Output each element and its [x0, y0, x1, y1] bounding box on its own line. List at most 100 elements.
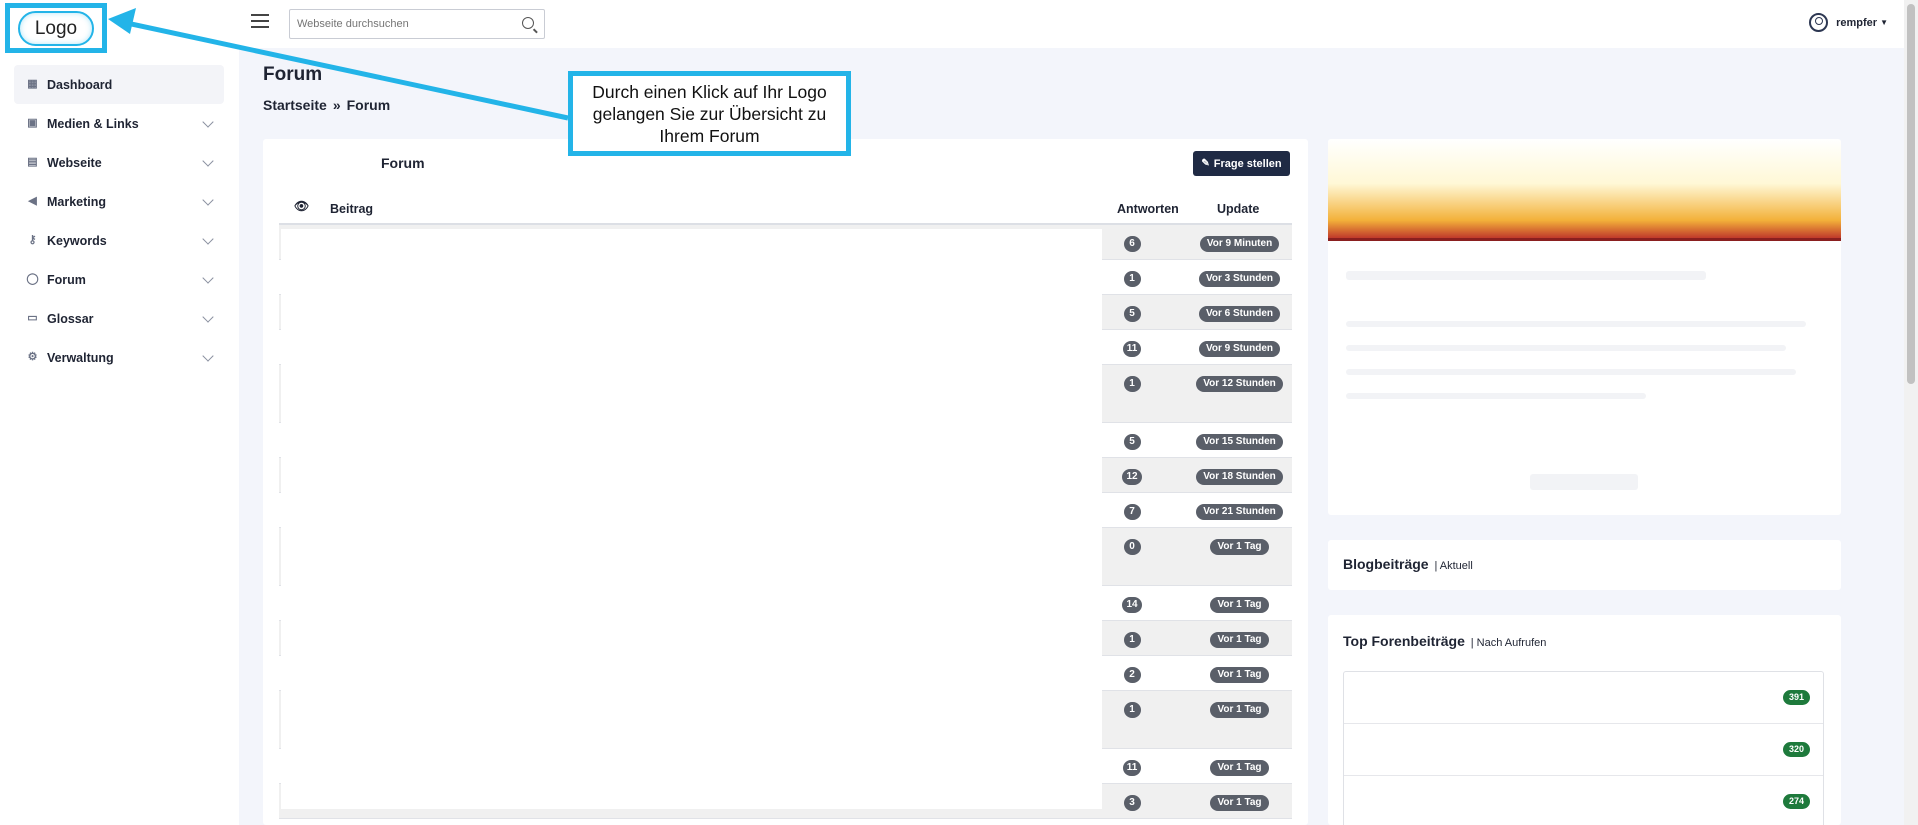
answers-cell: 7 — [1102, 501, 1162, 520]
top-posts-list: 391 320 274 — [1343, 671, 1824, 825]
sidebar-item-webseite[interactable]: ▤ Webseite — [14, 143, 224, 182]
sidebar-item-label: Medien & Links — [47, 116, 139, 131]
answers-cell: 11 — [1102, 338, 1162, 357]
sidebar-item-dashboard[interactable]: ▦ Dashboard — [14, 65, 224, 104]
update-time-badge: Vor 12 Stunden — [1196, 376, 1283, 392]
chat-icon: ◯ — [26, 273, 39, 285]
chevron-down-icon — [202, 311, 214, 323]
answers-cell: 1 — [1102, 373, 1162, 392]
promo-banner-image — [1328, 139, 1841, 241]
table-header: 👁 Beitrag Antworten Update — [279, 191, 1292, 225]
sidebar-item-label: Forum — [47, 272, 86, 287]
answers-cell: 1 — [1102, 699, 1162, 718]
answers-count-badge: 1 — [1123, 376, 1141, 392]
breadcrumb-home[interactable]: Startseite — [263, 97, 327, 113]
update-time-badge: Vor 1 Tag — [1210, 760, 1269, 776]
update-time-badge: Vor 15 Stunden — [1196, 434, 1283, 450]
answers-count-badge: 1 — [1123, 632, 1141, 648]
update-time-badge: Vor 9 Minuten — [1199, 236, 1280, 252]
answers-count-badge: 7 — [1123, 504, 1141, 520]
scrollbar-thumb[interactable] — [1907, 4, 1915, 384]
answers-cell: 11 — [1102, 757, 1162, 776]
sidebar-item-keywords[interactable]: ⚷ Keywords — [14, 221, 224, 260]
update-time-badge: Vor 1 Tag — [1210, 795, 1269, 811]
top-posts-card-title: Top Forenbeiträge | Nach Aufrufen — [1343, 633, 1546, 649]
top-posts-subtitle: | Nach Aufrufen — [1470, 637, 1547, 649]
sidebar-item-forum[interactable]: ◯ Forum — [14, 260, 224, 299]
sidebar-item-glossar[interactable]: ▭ Glossar — [14, 299, 224, 338]
breadcrumb: Startseite » Forum — [263, 97, 390, 113]
ask-question-button[interactable]: ✎ Frage stellen — [1193, 151, 1290, 176]
views-badge: 391 — [1783, 690, 1810, 705]
grid-icon: ▦ — [27, 78, 38, 90]
user-menu[interactable]: rempfer ▼ — [1809, 13, 1888, 32]
promo-text-line — [1346, 393, 1646, 399]
update-time-badge: Vor 18 Stunden — [1196, 469, 1283, 485]
sidebar-item-medien-links[interactable]: ▣ Medien & Links — [14, 104, 224, 143]
update-time-badge: Vor 3 Stunden — [1198, 271, 1281, 287]
top-header: rempfer ▼ — [239, 0, 1904, 48]
list-item[interactable]: 391 — [1344, 672, 1823, 724]
forum-card-title: Forum — [381, 155, 425, 171]
scrollbar[interactable] — [1904, 0, 1918, 825]
update-cell: Vor 9 Minuten — [1187, 233, 1292, 252]
update-cell: Vor 1 Tag — [1187, 629, 1292, 648]
sidebar-item-label: Glossar — [47, 311, 94, 326]
update-cell: Vor 21 Stunden — [1187, 501, 1292, 520]
update-cell: Vor 18 Stunden — [1187, 466, 1292, 485]
user-icon — [1809, 13, 1829, 32]
logo[interactable]: Logo — [18, 11, 94, 46]
sidebar: Logo ▦ Dashboard ▣ Medien & Links ▤ Webs… — [0, 0, 239, 825]
promo-text-line — [1346, 345, 1786, 351]
promo-card — [1328, 139, 1841, 515]
chevron-down-icon — [202, 350, 214, 362]
search-input[interactable] — [290, 10, 510, 38]
gear-icon: ⚙ — [27, 351, 38, 363]
views-badge: 320 — [1783, 742, 1810, 757]
answers-count-badge: 11 — [1122, 760, 1142, 776]
answers-count-badge: 12 — [1122, 469, 1142, 485]
sidebar-item-marketing[interactable]: ◀ Marketing — [14, 182, 224, 221]
search-box — [289, 9, 545, 39]
caret-down-icon: ▼ — [1880, 18, 1888, 27]
update-time-badge: Vor 6 Stunden — [1198, 306, 1281, 322]
page-title: Forum — [263, 64, 323, 85]
sidebar-item-label: Verwaltung — [47, 350, 114, 365]
update-cell: Vor 1 Tag — [1187, 792, 1292, 811]
blog-card: Blogbeiträge | Aktuell — [1328, 540, 1841, 590]
promo-title-line — [1346, 271, 1706, 280]
sidebar-item-verwaltung[interactable]: ⚙ Verwaltung — [14, 338, 224, 377]
answers-cell: 5 — [1102, 303, 1162, 322]
pencil-icon: ✎ — [1201, 158, 1210, 169]
answers-cell: 6 — [1102, 233, 1162, 252]
top-posts-title: Top Forenbeiträge — [1343, 633, 1465, 649]
logo-highlight-box[interactable]: Logo — [5, 3, 107, 53]
promo-text-line — [1346, 369, 1796, 375]
update-time-badge: Vor 9 Stunden — [1198, 341, 1281, 357]
chevron-down-icon — [202, 272, 214, 284]
update-time-badge: Vor 1 Tag — [1210, 702, 1269, 718]
breadcrumb-current[interactable]: Forum — [347, 97, 391, 113]
update-cell: Vor 9 Stunden — [1187, 338, 1292, 357]
megaphone-icon: ◀ — [28, 195, 37, 207]
update-cell: Vor 6 Stunden — [1187, 303, 1292, 322]
update-cell: Vor 1 Tag — [1187, 664, 1292, 683]
search-icon[interactable] — [522, 17, 534, 29]
answers-cell: 1 — [1102, 268, 1162, 287]
folder-icon: ▭ — [27, 312, 38, 324]
answers-cell: 14 — [1102, 594, 1162, 613]
chevron-down-icon — [202, 233, 214, 245]
blog-title: Blogbeiträge — [1343, 556, 1429, 572]
update-time-badge: Vor 1 Tag — [1210, 539, 1269, 555]
menu-icon[interactable] — [251, 14, 269, 28]
sidebar-item-label: Webseite — [47, 155, 102, 170]
promo-button[interactable] — [1530, 474, 1638, 490]
answers-cell: 0 — [1102, 536, 1162, 555]
update-time-badge: Vor 21 Stunden — [1196, 504, 1283, 520]
chevron-down-icon — [202, 116, 214, 128]
column-header-answers: Antworten — [1117, 202, 1179, 216]
update-cell: Vor 1 Tag — [1187, 594, 1292, 613]
list-item[interactable]: 320 — [1344, 724, 1823, 776]
answers-count-badge: 1 — [1123, 702, 1141, 718]
list-item[interactable]: 274 — [1344, 776, 1823, 825]
